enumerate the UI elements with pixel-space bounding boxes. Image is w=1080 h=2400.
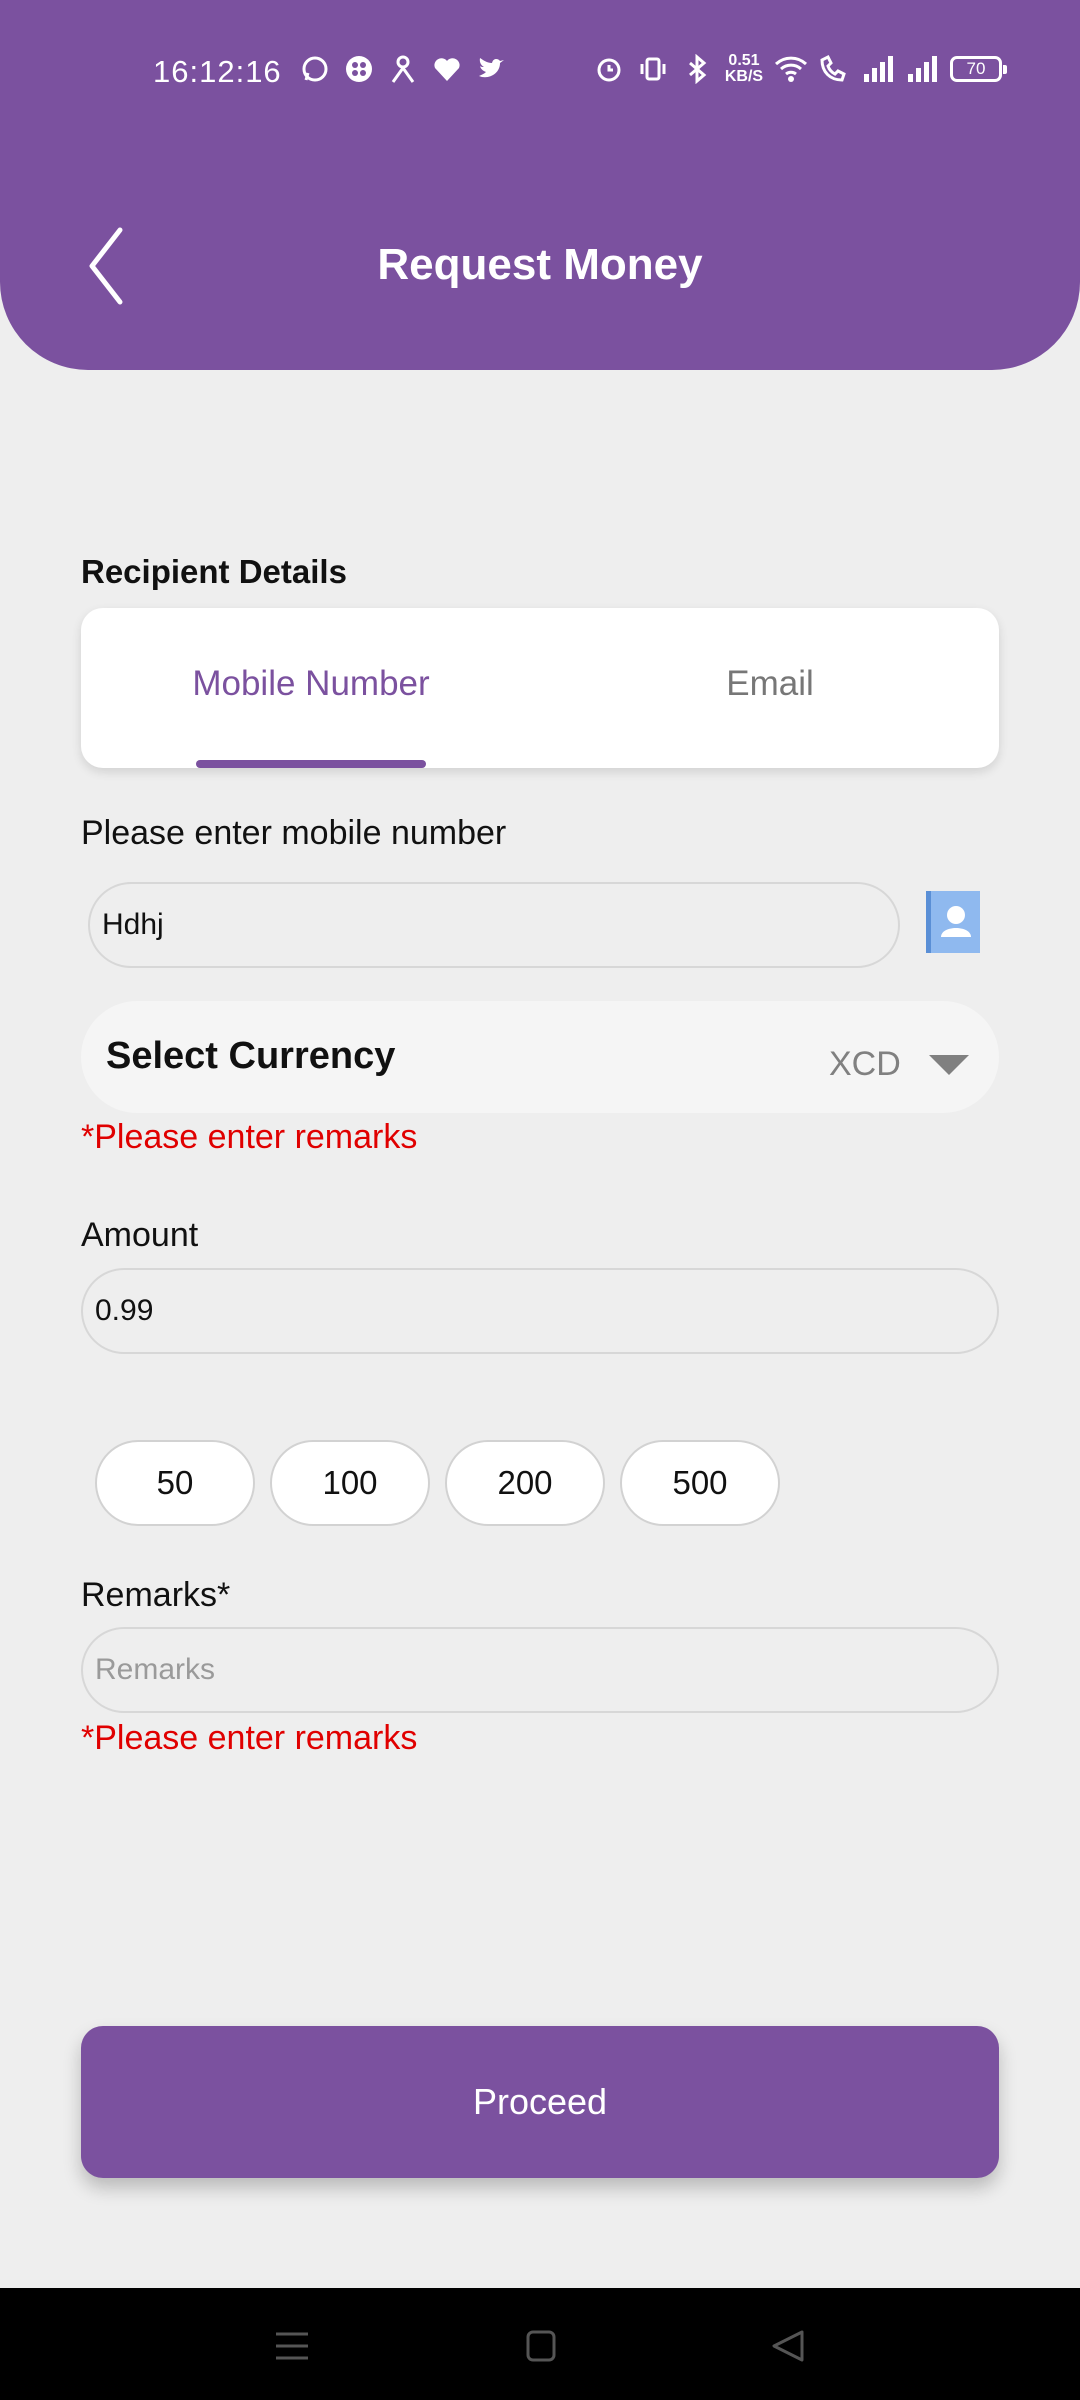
amount-field[interactable]	[81, 1268, 999, 1354]
twitter-icon	[474, 52, 508, 86]
remarks-label: Remarks*	[81, 1576, 231, 1614]
back-nav-icon[interactable]	[768, 2328, 808, 2364]
header: 16:12:16 0.51 KB/S 70 Request Money	[0, 0, 1080, 370]
home-icon[interactable]	[520, 2328, 560, 2364]
signal-icon	[862, 52, 896, 86]
currency-select[interactable]: Select Currency XCD	[81, 1001, 999, 1113]
amount-label: Amount	[81, 1216, 199, 1254]
net-speed: 0.51 KB/S	[724, 53, 764, 85]
whatsapp-icon	[298, 52, 332, 86]
amount-preset-100[interactable]: 100	[270, 1440, 430, 1526]
app-icon	[342, 52, 376, 86]
tab-email[interactable]: Email	[620, 664, 920, 704]
page-title: Request Money	[377, 240, 703, 289]
active-tab-indicator	[196, 760, 426, 768]
net-speed-value: 0.51	[728, 52, 760, 69]
currency-error-message: *Please enter remarks	[81, 1118, 418, 1156]
status-time: 16:12:16	[153, 54, 282, 89]
tab-mobile-number[interactable]: Mobile Number	[161, 664, 461, 704]
mobile-number-label: Please enter mobile number	[81, 814, 507, 852]
currency-label: Select Currency	[106, 1035, 396, 1077]
app-icon	[386, 52, 420, 86]
menu-icon[interactable]	[272, 2328, 312, 2364]
contact-book-icon	[926, 891, 980, 953]
proceed-button[interactable]: Proceed	[81, 2026, 999, 2178]
status-bar: 16:12:16 0.51 KB/S 70	[0, 40, 1080, 102]
remarks-input[interactable]	[95, 1653, 997, 1687]
amount-input[interactable]	[95, 1294, 997, 1328]
net-speed-unit: KB/S	[724, 68, 764, 85]
battery-icon: 70	[950, 56, 1007, 82]
currency-selected-value: XCD	[829, 1045, 901, 1083]
vibrate-icon	[636, 52, 670, 86]
recipient-section-label: Recipient Details	[81, 553, 347, 590]
system-nav-bar	[0, 2288, 1080, 2400]
mobile-number-input[interactable]	[102, 908, 898, 942]
mobile-number-field[interactable]	[88, 882, 900, 968]
caret-down-icon	[929, 1055, 969, 1075]
remarks-error-message: *Please enter remarks	[81, 1719, 418, 1757]
recipient-tabs: Mobile Number Email	[81, 608, 999, 768]
amount-preset-500[interactable]: 500	[620, 1440, 780, 1526]
bluetooth-icon	[680, 52, 714, 86]
contact-book-button[interactable]	[924, 889, 982, 955]
amount-preset-50[interactable]: 50	[95, 1440, 255, 1526]
system-icons: 0.51 KB/S 70	[592, 52, 1007, 86]
alarm-icon	[592, 52, 626, 86]
heart-icon	[430, 52, 464, 86]
remarks-field[interactable]	[81, 1627, 999, 1713]
amount-preset-200[interactable]: 200	[445, 1440, 605, 1526]
request-money-screen: 16:12:16 0.51 KB/S 70 Request Money Reci…	[0, 0, 1080, 2400]
notification-icons	[298, 52, 508, 86]
wifi-call-icon	[818, 52, 852, 86]
wifi-icon	[774, 52, 808, 86]
signal-icon	[906, 52, 940, 86]
